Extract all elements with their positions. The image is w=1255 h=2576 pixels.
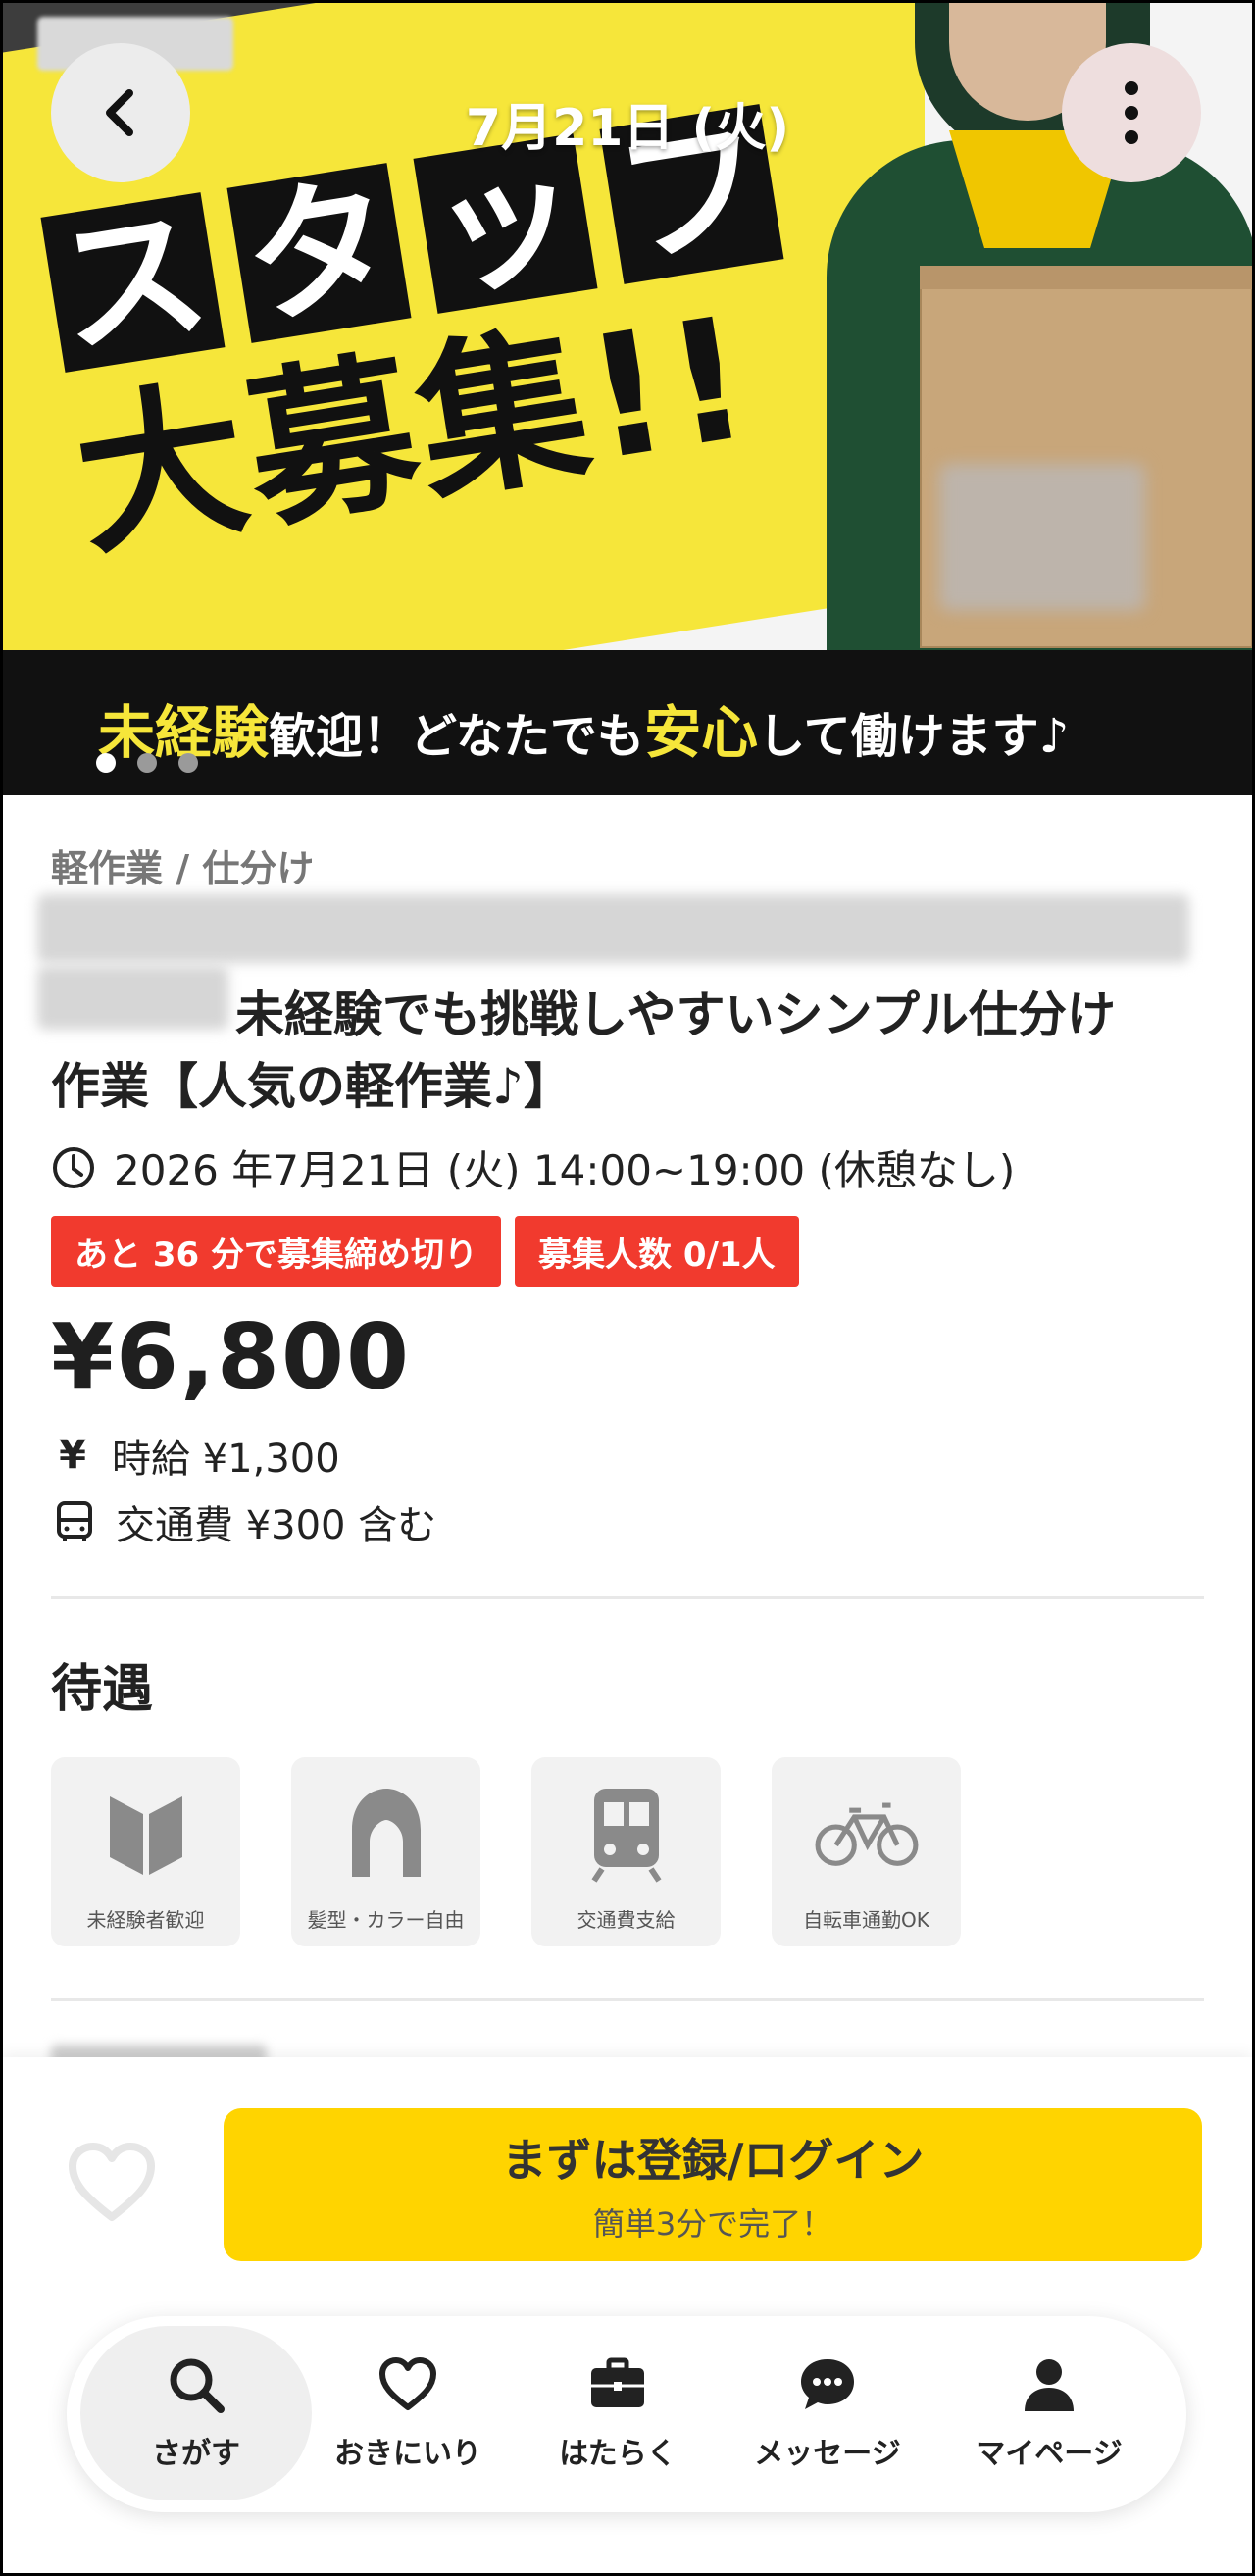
benefit-item: 交通費支給 (531, 1757, 721, 1946)
train-icon (591, 1789, 661, 1883)
benefits-title: 待遇 (51, 1660, 154, 1719)
total-price: ¥6,800 (51, 1304, 412, 1409)
hair-icon (351, 1789, 421, 1877)
carousel-dot[interactable] (96, 753, 116, 773)
bus-icon (57, 1501, 92, 1541)
capacity-badge: 募集人数 0/1人 (515, 1216, 799, 1287)
transport-row: 交通費 ¥300 含む (55, 1493, 436, 1550)
heart-icon (379, 2357, 436, 2410)
carousel-dot[interactable] (137, 753, 157, 773)
box-tape (920, 266, 1252, 289)
nav-label: おきにいり (334, 2437, 481, 2471)
briefcase-icon (591, 2357, 644, 2407)
heart-outline-icon (69, 2143, 155, 2221)
job-datetime: 2026 年7月21日 (火) 14:00~19:00 (休憩なし) (51, 1137, 1015, 1197)
benefit-label: 交通費支給 (577, 1908, 676, 1932)
bicycle-icon (815, 1802, 918, 1866)
hourly-wage-row: ¥ 時給 ¥1,300 (55, 1427, 340, 1484)
benefit-item: 未経験者歓迎 (51, 1757, 240, 1946)
blurred-region (939, 464, 1145, 611)
register-login-button[interactable]: まずは登録/ログイン 簡単3分で完了！ (224, 2108, 1202, 2261)
carousel-dots (96, 753, 198, 773)
benefit-label: 未経験者歓迎 (86, 1908, 205, 1932)
transport-fee: 交通費 ¥300 含む (116, 1503, 437, 1548)
nav-favorites[interactable]: おきにいり (292, 2326, 524, 2500)
divider (51, 1998, 1204, 2001)
nav-work[interactable]: はたらく (502, 2326, 733, 2500)
cta-main-label: まずは登録/ログイン (501, 2134, 925, 2187)
beginner-mark-icon (109, 1796, 182, 1875)
job-title: 未経験でも挑戦しやすいシンプル仕分け (235, 986, 1116, 1043)
deadline-badge: あと 36 分で募集締め切り (51, 1216, 501, 1287)
user-icon (1025, 2359, 1074, 2411)
hero-banner-text: 未経験歓迎！どなたでも安心して働けます♪ (98, 699, 1070, 766)
blurred-region (37, 966, 228, 1030)
nav-label: はたらく (559, 2437, 677, 2471)
search-icon (170, 2358, 225, 2413)
job-category: 軽作業 / 仕分け (51, 847, 315, 890)
nav-label: マイページ (976, 2437, 1123, 2471)
benefit-item: 自転車通勤OK (772, 1757, 961, 1946)
hourly-wage: 時給 ¥1,300 (112, 1437, 340, 1482)
nav-label: メッセージ (754, 2437, 901, 2471)
more-button[interactable] (1062, 43, 1201, 182)
message-icon (801, 2359, 854, 2409)
divider (51, 1596, 1204, 1599)
favorite-button[interactable] (67, 2143, 157, 2223)
nav-search[interactable]: さがす (80, 2326, 312, 2500)
benefit-label: 髪型・カラー自由 (307, 1908, 465, 1932)
nav-messages[interactable]: メッセージ (712, 2326, 943, 2500)
more-vertical-icon (1125, 81, 1138, 144)
carousel-dot[interactable] (178, 753, 198, 773)
benefit-label: 自転車通勤OK (803, 1908, 929, 1932)
cta-sub-label: 簡単3分で完了！ (592, 2205, 833, 2243)
clock-icon (53, 1146, 94, 1188)
nav-mypage[interactable]: マイページ (933, 2326, 1165, 2500)
job-title: 作業【人気の軽作業♪】 (51, 1058, 573, 1115)
nav-label: さがす (152, 2437, 240, 2471)
benefit-list: 未経験者歓迎 髪型・カラー自由 交通費支給 自転車通勤OK (51, 1757, 961, 1946)
badge-list: あと 36 分で募集締め切り 募集人数 0/1人 (51, 1216, 799, 1287)
yen-icon: ¥ (59, 1433, 86, 1478)
datetime-text: 2026 年7月21日 (火) 14:00~19:00 (休憩なし) (114, 1146, 1016, 1194)
blurred-region (37, 894, 1189, 963)
benefit-item: 髪型・カラー自由 (291, 1757, 480, 1946)
